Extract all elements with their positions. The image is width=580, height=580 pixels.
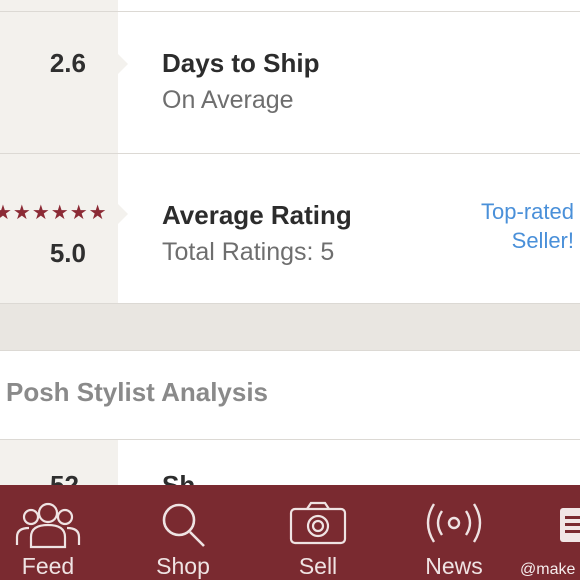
bottom-tab-bar: Feed Shop Sell News: [0, 485, 580, 580]
stat-left-panel: 2.6: [0, 12, 128, 153]
stat-row-top-edge: [0, 0, 580, 12]
tab-sell-label: Sell: [298, 553, 338, 579]
stat-row-partial: 52 Sh: [0, 440, 580, 500]
tab-news[interactable]: News: [399, 485, 509, 580]
search-icon: [162, 503, 205, 547]
total-ratings-text: Total Ratings: 5: [162, 238, 335, 266]
stat-row-average-rating: ★★★★★★ 5.0 Average Rating Total Ratings:…: [0, 154, 580, 304]
camera-icon: [289, 501, 347, 545]
section-title: Posh Stylist Analysis: [6, 377, 269, 407]
stat-left-panel: [0, 0, 118, 11]
days-to-ship-value: 2.6: [49, 48, 86, 78]
more-menu-icon[interactable]: [560, 508, 580, 542]
stat-row-days-to-ship: 2.6 Days to Ship On Average: [0, 12, 580, 154]
tab-shop-label: Shop: [156, 553, 210, 579]
people-icon: [15, 502, 81, 549]
tab-feed[interactable]: Feed: [0, 485, 103, 580]
tab-sell[interactable]: Sell: [263, 485, 373, 580]
stat-left-panel: ★★★★★★ 5.0: [0, 154, 128, 303]
days-to-ship-title: Days to Ship: [162, 48, 320, 78]
notch: [118, 204, 128, 224]
days-to-ship-subtitle: On Average: [162, 86, 294, 114]
watermark-text: @make: [520, 561, 576, 578]
top-rated-seller-badge[interactable]: Top-rated Seller!: [434, 198, 574, 255]
broadcast-icon: [426, 503, 482, 543]
notch: [118, 54, 128, 74]
tab-news-label: News: [425, 553, 483, 579]
tab-feed-label: Feed: [21, 553, 75, 579]
average-rating-title: Average Rating: [162, 200, 352, 230]
tab-shop[interactable]: Shop: [128, 485, 238, 580]
rating-stars-icon: ★★★★★★: [0, 202, 108, 224]
average-rating-value: 5.0: [49, 238, 86, 268]
posh-stylist-analysis-header: Posh Stylist Analysis: [0, 350, 580, 440]
